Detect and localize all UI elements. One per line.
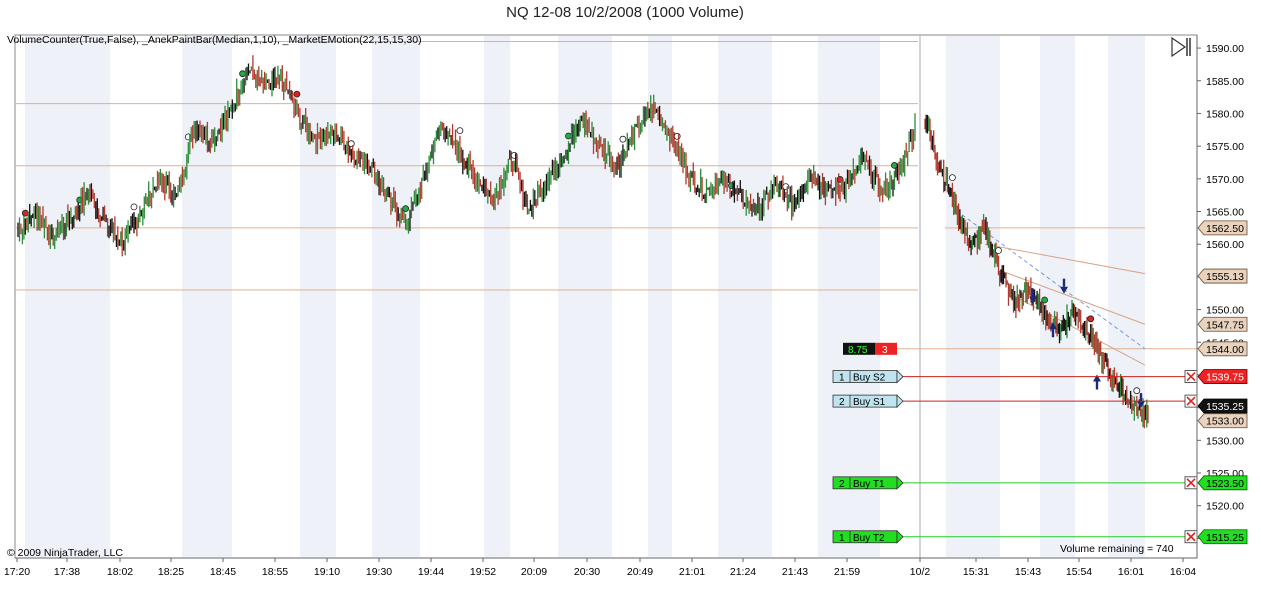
y-tick-label: 1520.00 [1206, 501, 1244, 513]
price-label-text: 1533.00 [1206, 416, 1244, 428]
order-qty: 2 [839, 479, 845, 490]
price-labels: 1562.50 1555.13 1547.75 1544.00 1539.75 1535.… [1197, 220, 1248, 545]
x-tick-label: 18:02 [107, 566, 133, 578]
x-tick-label: 18:45 [210, 566, 236, 578]
signal-dot [949, 174, 956, 182]
price-label-text: 1523.50 [1206, 478, 1244, 490]
y-tick-label: 1590.00 [1206, 43, 1244, 55]
x-tick-label: 20:49 [627, 566, 653, 578]
price-label-text: 1555.13 [1206, 271, 1244, 283]
signal-dot [1133, 387, 1141, 395]
price-label-text: 1535.25 [1206, 401, 1244, 413]
session-band [718, 36, 772, 557]
x-tick-label: 16:01 [1118, 566, 1144, 578]
order-name: Buy T2 [853, 533, 885, 544]
x-tick-label: 16:04 [1170, 566, 1196, 578]
price-label-text: 1562.50 [1206, 223, 1244, 235]
x-tick-label: 19:10 [314, 566, 340, 578]
x-tick-label: 18:55 [262, 566, 288, 578]
session-band [1108, 36, 1145, 557]
signal-dot [293, 90, 301, 98]
session-band [946, 36, 1000, 557]
x-tick-label: 17:38 [54, 566, 80, 578]
signal-dot [619, 135, 627, 143]
x-tick-label: 15:54 [1066, 566, 1092, 578]
x-tick-label: 10/2 [910, 566, 931, 578]
price-chart[interactable]: 1 Buy S2 2 Buy S1 2 Buy T1 1 Buy T2 8.75 3 1590.0… [0, 0, 1261, 603]
session-band [372, 36, 420, 557]
signal-dot [76, 196, 84, 204]
order-name: Buy T1 [853, 479, 885, 490]
chart-window: NQ 12-08 10/2/2008 (1000 Volume) 1 Buy S2… [0, 0, 1261, 603]
x-tick-label: 19:52 [470, 566, 496, 578]
y-tick-label: 1575.00 [1206, 141, 1244, 153]
indicators-label: VolumeCounter(True,False), _AnekPaintBar… [7, 34, 422, 46]
y-tick-label: 1560.00 [1206, 239, 1244, 251]
x-tick-label: 18:25 [158, 566, 184, 578]
signal-dot [673, 132, 681, 140]
x-tick-label: 15:31 [963, 566, 989, 578]
y-tick-label: 1585.00 [1206, 76, 1244, 88]
position-pnl: 8.75 [848, 345, 868, 356]
x-tick-label: 15:43 [1015, 566, 1041, 578]
signal-dot [21, 209, 29, 217]
order-qty: 1 [839, 373, 845, 384]
x-tick-label: 20:09 [521, 566, 547, 578]
order-name: Buy S2 [853, 373, 886, 384]
session-band [25, 36, 110, 557]
y-tick-label: 1530.00 [1206, 435, 1244, 447]
signal-dot [1041, 296, 1048, 304]
order-qty: 2 [839, 397, 845, 408]
price-label-text: 1544.00 [1206, 344, 1244, 356]
volume-remaining: Volume remaining = 740 [1060, 543, 1174, 555]
signal-dot [239, 70, 247, 78]
signal-dot [130, 203, 138, 211]
copyright-text: © 2009 NinjaTrader, LLC [7, 547, 123, 559]
x-tick-label: 21:01 [679, 566, 705, 578]
order-name: Buy S1 [853, 397, 886, 408]
signal-dot [1087, 315, 1095, 323]
signal-dot [347, 140, 355, 148]
position-qty: 3 [882, 345, 888, 356]
signal-dot [402, 205, 410, 213]
signal-dot [995, 247, 1002, 254]
y-tick-label: 1550.00 [1206, 305, 1244, 317]
signal-dot [456, 127, 464, 135]
x-tick-label: 20:30 [574, 566, 600, 578]
signal-dot [891, 161, 898, 169]
x-tick-label: 17:20 [4, 566, 30, 578]
x-tick-label: 21:24 [730, 566, 756, 578]
session-band [484, 36, 510, 557]
x-axis: 17:20 17:38 18:02 18:25 18:45 18:55 19:10 19:30… [4, 557, 1197, 578]
y-tick-label: 1565.00 [1206, 207, 1244, 219]
x-tick-label: 19:30 [366, 566, 392, 578]
signal-dot [565, 132, 572, 140]
x-tick-label: 19:44 [418, 566, 444, 578]
x-tick-label: 21:59 [834, 566, 860, 578]
price-label-text: 1547.75 [1206, 319, 1244, 331]
x-tick-label: 21:43 [782, 566, 808, 578]
price-label-text: 1515.25 [1206, 532, 1244, 544]
y-tick-label: 1570.00 [1206, 174, 1244, 186]
price-label-text: 1539.75 [1206, 372, 1244, 384]
y-tick-label: 1580.00 [1206, 108, 1244, 120]
order-qty: 1 [839, 533, 845, 544]
